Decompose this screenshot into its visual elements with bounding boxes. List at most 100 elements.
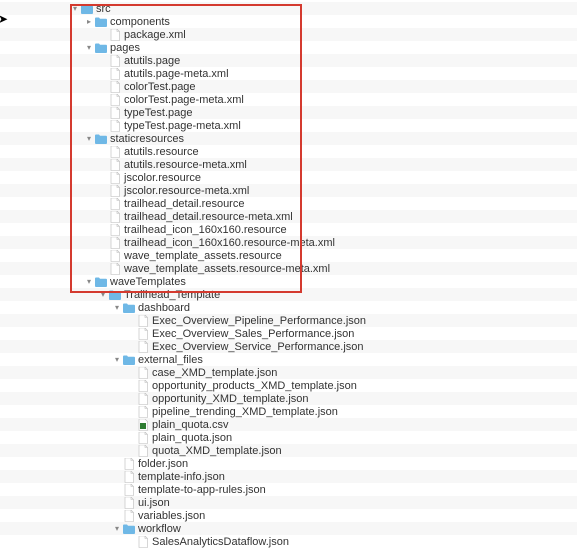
tree-item-label: case_XMD_template.json <box>152 367 277 379</box>
tree-item-label: typeTest.page-meta.xml <box>124 120 241 132</box>
folder-icon <box>95 276 107 288</box>
file-icon <box>109 68 121 80</box>
chevron-down-icon[interactable]: ▾ <box>70 4 80 14</box>
tree-item-label: pipeline_trending_XMD_template.json <box>152 406 338 418</box>
chevron-down-icon[interactable]: ▾ <box>84 43 94 53</box>
tree-item-label: jscolor.resource-meta.xml <box>124 185 249 197</box>
tree-row[interactable]: ▸wave_template_assets.resource-meta.xml <box>0 262 577 275</box>
tree-row[interactable]: ▸typeTest.page <box>0 106 577 119</box>
chevron-down-icon[interactable]: ▾ <box>112 524 122 534</box>
tree-row[interactable]: ▸Exec_Overview_Service_Performance.json <box>0 340 577 353</box>
tree-item-label: waveTemplates <box>110 276 186 288</box>
tree-item-label: atutils.resource-meta.xml <box>124 159 247 171</box>
tree-row[interactable]: ▾ pages <box>0 41 577 54</box>
tree-row[interactable]: ▸atutils.resource <box>0 145 577 158</box>
tree-row[interactable]: ▸Exec_Overview_Pipeline_Performance.json <box>0 314 577 327</box>
tree-row[interactable]: ▸opportunity_XMD_template.json <box>0 392 577 405</box>
tree-row[interactable]: ▸variables.json <box>0 509 577 522</box>
tree-item-label: colorTest.page <box>124 81 196 93</box>
file-icon <box>109 211 121 223</box>
tree-item-label: jscolor.resource <box>124 172 201 184</box>
folder-icon <box>95 16 107 28</box>
tree-item-label: trailhead_icon_160x160.resource <box>124 224 287 236</box>
folder-icon <box>95 133 107 145</box>
tree-row[interactable]: ▾external_files <box>0 353 577 366</box>
tree-row[interactable]: ▾ waveTemplates <box>0 275 577 288</box>
file-icon <box>137 328 149 340</box>
tree-row[interactable]: ▸trailhead_detail.resource <box>0 197 577 210</box>
file-icon <box>137 367 149 379</box>
tree-item-label: ui.json <box>138 497 170 509</box>
file-icon <box>123 471 135 483</box>
tree-row[interactable]: ▸ui.json <box>0 496 577 509</box>
tree-row[interactable]: ▸template-to-app-rules.json <box>0 483 577 496</box>
tree-row[interactable]: ▸jscolor.resource-meta.xml <box>0 184 577 197</box>
tree-item-label: Exec_Overview_Pipeline_Performance.json <box>152 315 366 327</box>
file-icon <box>137 315 149 327</box>
chevron-down-icon[interactable]: ▾ <box>112 355 122 365</box>
tree-row[interactable]: ▸atutils.resource-meta.xml <box>0 158 577 171</box>
file-icon <box>123 484 135 496</box>
tree-row[interactable]: ▾ staticresources <box>0 132 577 145</box>
tree-item-label: trailhead_detail.resource-meta.xml <box>124 211 293 223</box>
tree-row[interactable]: ▸trailhead_icon_160x160.resource <box>0 223 577 236</box>
folder-icon <box>123 354 135 366</box>
file-icon <box>137 341 149 353</box>
tree-item-label: atutils.page-meta.xml <box>124 68 229 80</box>
tree-row[interactable]: ▸atutils.page <box>0 54 577 67</box>
tree-row[interactable]: ▸plain_quota.csv <box>0 418 577 431</box>
file-icon <box>123 458 135 470</box>
tree-row[interactable]: ▸colorTest.page-meta.xml <box>0 93 577 106</box>
tree-row[interactable]: ▸quota_XMD_template.json <box>0 444 577 457</box>
file-icon <box>137 393 149 405</box>
tree-row[interactable]: ▸typeTest.page-meta.xml <box>0 119 577 132</box>
folder-icon <box>109 289 121 301</box>
tree-row[interactable]: ▸jscolor.resource <box>0 171 577 184</box>
tree-row[interactable]: ▸pipeline_trending_XMD_template.json <box>0 405 577 418</box>
tree-row[interactable]: ▾src <box>0 2 577 15</box>
tree-row[interactable]: ▸template-info.json <box>0 470 577 483</box>
folder-icon <box>81 3 93 15</box>
tree-row[interactable]: ▸wave_template_assets.resource <box>0 249 577 262</box>
file-icon <box>137 380 149 392</box>
file-icon <box>109 185 121 197</box>
chevron-down-icon[interactable]: ▾ <box>112 303 122 313</box>
file-icon <box>109 94 121 106</box>
file-icon <box>109 159 121 171</box>
tree-row[interactable]: ▸folder.json <box>0 457 577 470</box>
tree-item-label: template-to-app-rules.json <box>138 484 266 496</box>
tree-row[interactable]: ▸trailhead_detail.resource-meta.xml <box>0 210 577 223</box>
chevron-down-icon[interactable]: ▾ <box>98 290 108 300</box>
file-icon <box>109 55 121 67</box>
tree-row[interactable]: ▾Trailhead_Template <box>0 288 577 301</box>
tree-item-label: template-info.json <box>138 471 225 483</box>
tree-item-label: pages <box>110 42 140 54</box>
file-icon <box>109 263 121 275</box>
tree-item-label: opportunity_products_XMD_template.json <box>152 380 357 392</box>
tree-row[interactable]: ▸ components <box>0 15 577 28</box>
folder-icon <box>123 302 135 314</box>
tree-item-label: wave_template_assets.resource <box>124 250 282 262</box>
tree-row[interactable]: ▸trailhead_icon_160x160.resource-meta.xm… <box>0 236 577 249</box>
chevron-right-icon[interactable]: ▸ <box>84 17 94 27</box>
tree-row[interactable]: ▾workflow <box>0 522 577 535</box>
tree-row[interactable]: ▸atutils.page-meta.xml <box>0 67 577 80</box>
tree-row[interactable]: ▸Exec_Overview_Sales_Performance.json <box>0 327 577 340</box>
tree-row[interactable]: ▸case_XMD_template.json <box>0 366 577 379</box>
file-tree: ▾src▸components▸package.xml▾pages▸atutil… <box>0 0 577 548</box>
file-icon <box>109 120 121 132</box>
tree-item-label: Exec_Overview_Service_Performance.json <box>152 341 364 353</box>
csv-file-icon <box>137 419 149 431</box>
file-icon <box>109 237 121 249</box>
tree-row[interactable]: ▸opportunity_products_XMD_template.json <box>0 379 577 392</box>
tree-row[interactable]: ▸package.xml <box>0 28 577 41</box>
tree-item-label: colorTest.page-meta.xml <box>124 94 244 106</box>
tree-row[interactable]: ▾dashboard <box>0 301 577 314</box>
tree-item-label: components <box>110 16 170 28</box>
tree-item-label: staticresources <box>110 133 184 145</box>
tree-row[interactable]: ▸plain_quota.json <box>0 431 577 444</box>
chevron-down-icon[interactable]: ▾ <box>84 277 94 287</box>
chevron-down-icon[interactable]: ▾ <box>84 134 94 144</box>
file-icon <box>137 445 149 457</box>
tree-row[interactable]: ▸colorTest.page <box>0 80 577 93</box>
